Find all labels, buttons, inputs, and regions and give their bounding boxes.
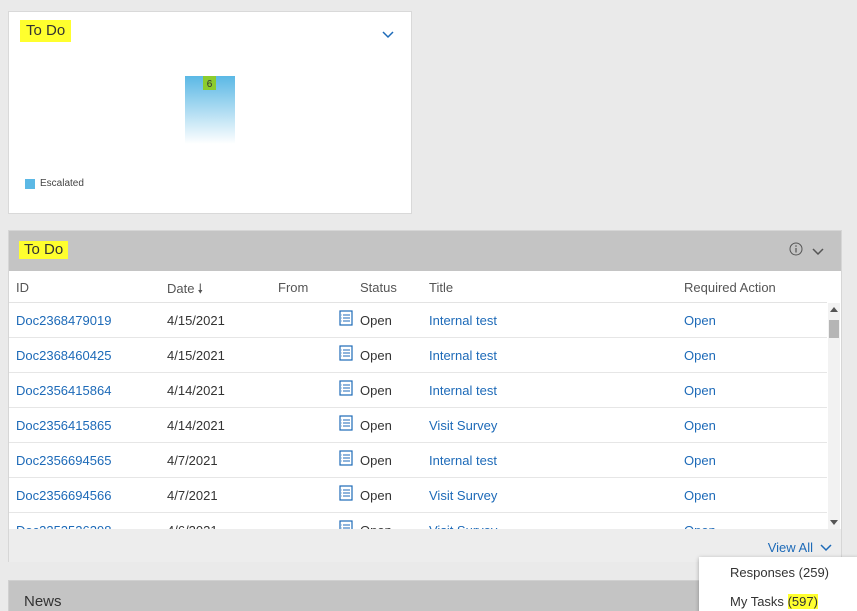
row-id-link[interactable]: Doc2356415865 xyxy=(16,418,111,433)
row-title-link[interactable]: Visit Survey xyxy=(429,488,497,503)
col-status[interactable]: Status xyxy=(360,280,397,295)
table-row: Doc2368479019 4/15/2021 Open Internal test O… xyxy=(9,303,827,338)
row-id-link[interactable]: Doc2368460425 xyxy=(16,348,111,363)
task-list-icon[interactable] xyxy=(339,380,353,399)
chart-legend: Escalated xyxy=(25,178,84,189)
legend-swatch xyxy=(25,178,35,189)
task-list-icon[interactable] xyxy=(339,345,353,364)
row-title-link[interactable]: Internal test xyxy=(429,383,497,398)
row-id-link[interactable]: Doc2356694566 xyxy=(16,488,111,503)
row-action-link[interactable]: Open xyxy=(684,488,716,503)
task-list-icon[interactable] xyxy=(339,310,353,329)
row-date: 4/14/2021 xyxy=(167,418,225,433)
table-row: Doc2356694565 4/7/2021 Open Internal test Op… xyxy=(9,443,827,478)
task-list-icon[interactable] xyxy=(339,485,353,504)
row-status: Open xyxy=(360,348,392,363)
row-action-link[interactable]: Open xyxy=(684,348,716,363)
bar-data-label: 6 xyxy=(207,79,213,90)
todo-table: ID Date 🠗 From Status Title Required Acti… xyxy=(9,271,827,529)
row-status: Open xyxy=(360,418,392,433)
chevron-down-icon[interactable] xyxy=(811,245,825,259)
table-header: ID Date 🠗 From Status Title Required Acti… xyxy=(9,271,827,303)
menu-item-responses[interactable]: Responses (259) xyxy=(730,565,829,580)
view-all-button[interactable]: View All xyxy=(768,540,833,555)
todo-chart-card: To Do 6 Escalated xyxy=(8,11,412,214)
my-tasks-label: My Tasks xyxy=(730,594,788,609)
row-id-link[interactable]: Doc2368479019 xyxy=(16,313,111,328)
table-scrollbar[interactable] xyxy=(828,303,840,529)
todo-panel-title: To Do xyxy=(19,241,69,259)
row-status: Open xyxy=(360,488,392,503)
col-from[interactable]: From xyxy=(278,280,308,295)
col-title[interactable]: Title xyxy=(429,280,453,295)
row-title-link[interactable]: Internal test xyxy=(429,313,497,328)
col-date-label: Date xyxy=(167,281,195,296)
scroll-up-icon[interactable] xyxy=(830,305,838,313)
task-list-icon[interactable] xyxy=(339,415,353,434)
table-row: Doc2368460425 4/15/2021 Open Internal test O… xyxy=(9,338,827,373)
news-panel-title: News xyxy=(24,593,62,610)
scroll-thumb[interactable] xyxy=(829,320,839,338)
row-status: Open xyxy=(360,383,392,398)
row-date: 4/15/2021 xyxy=(167,348,225,363)
row-title-link[interactable]: Internal test xyxy=(429,348,497,363)
row-date: 4/15/2021 xyxy=(167,313,225,328)
col-date[interactable]: Date 🠗 xyxy=(167,280,203,302)
col-required-action[interactable]: Required Action xyxy=(684,280,776,295)
bar-chart: 6 xyxy=(185,76,235,144)
todo-panel: To Do ID Date 🠗 From Status Title Require… xyxy=(8,230,842,562)
row-action-link[interactable]: Open xyxy=(684,418,716,433)
row-title-link[interactable]: Visit Survey xyxy=(429,418,497,433)
row-date: 4/14/2021 xyxy=(167,383,225,398)
task-list-icon[interactable] xyxy=(339,450,353,469)
row-date: 4/7/2021 xyxy=(167,453,218,468)
todo-panel-header: To Do xyxy=(9,231,841,271)
table-row: Doc2356415864 4/14/2021 Open Internal test O… xyxy=(9,373,827,408)
legend-label: Escalated xyxy=(40,178,84,189)
row-action-link[interactable]: Open xyxy=(684,453,716,468)
task-list-icon[interactable] xyxy=(339,520,353,529)
table-body: Doc2368479019 4/15/2021 Open Internal test O… xyxy=(9,303,827,529)
col-id[interactable]: ID xyxy=(16,280,29,295)
row-title-link[interactable]: Internal test xyxy=(429,453,497,468)
view-all-menu: Responses (259) My Tasks (597) xyxy=(699,557,857,611)
row-status: Open xyxy=(360,453,392,468)
my-tasks-count: (597) xyxy=(787,594,818,609)
row-date: 4/7/2021 xyxy=(167,488,218,503)
row-id-link[interactable]: Doc2356694565 xyxy=(16,453,111,468)
scroll-down-icon[interactable] xyxy=(830,519,838,527)
row-action-link[interactable]: Open xyxy=(684,313,716,328)
row-action-link[interactable]: Open xyxy=(684,383,716,398)
table-row: Doc23525262984/6/2021OpenVisit SurveyOpe… xyxy=(9,513,827,529)
table-row: Doc2356415865 4/14/2021 Open Visit Survey Op… xyxy=(9,408,827,443)
row-status: Open xyxy=(360,313,392,328)
row-id-link[interactable]: Doc2356415864 xyxy=(16,383,111,398)
info-icon[interactable] xyxy=(789,242,803,256)
sort-descending-icon: 🠗 xyxy=(197,281,204,296)
chevron-down-icon xyxy=(820,543,832,551)
menu-item-my-tasks[interactable]: My Tasks (597) xyxy=(730,594,818,609)
view-all-label: View All xyxy=(767,540,813,555)
table-row: Doc2356694566 4/7/2021 Open Visit Survey Ope… xyxy=(9,478,827,513)
